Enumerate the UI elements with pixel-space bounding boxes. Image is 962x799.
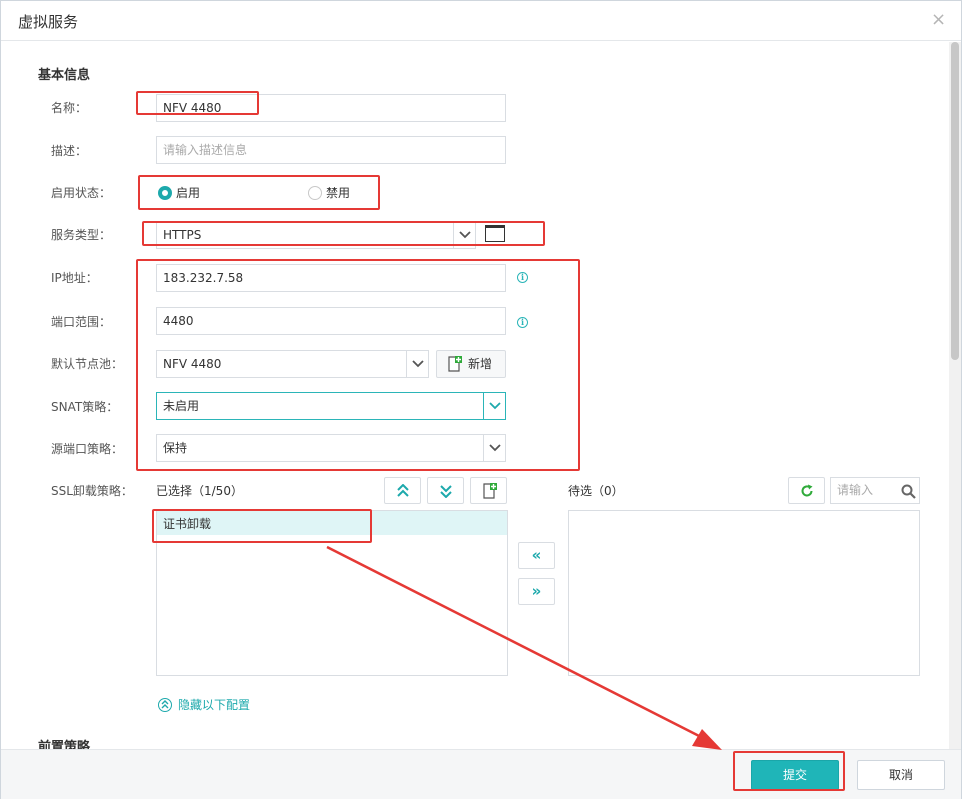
refresh-button[interactable] [788, 477, 825, 504]
section-pre-policy: 前置策略 [38, 740, 91, 749]
default-pool-select[interactable]: NFV 4480 [156, 350, 429, 378]
refresh-icon [801, 484, 813, 497]
name-label: 名称： [51, 101, 88, 115]
add-pool-button[interactable]: 新增 [436, 350, 506, 378]
add-file-icon [483, 483, 497, 499]
source-port-select[interactable]: 保持 [156, 434, 506, 462]
dialog-footer: 提交 取消 [1, 749, 961, 799]
radio-enable[interactable] [158, 186, 172, 200]
double-chevron-down-icon [440, 485, 452, 498]
scrollbar[interactable] [949, 42, 961, 749]
default-pool-value: NFV 4480 [163, 357, 222, 371]
radio-disable-label: 禁用 [326, 186, 351, 200]
name-input[interactable]: NFV 4480 [156, 94, 506, 122]
chevron-down-icon [453, 222, 475, 248]
pending-search-placeholder: 请输入 [837, 483, 874, 497]
radio-disable[interactable] [308, 186, 322, 200]
ip-label: IP地址： [51, 271, 98, 285]
pending-search-input[interactable]: 请输入 [830, 477, 920, 504]
snat-select[interactable]: 未启用 [156, 392, 506, 420]
double-chevron-up-icon [397, 484, 409, 497]
snat-value: 未启用 [163, 399, 200, 413]
status-label: 启用状态： [51, 186, 112, 200]
add-ssl-button[interactable] [470, 477, 507, 504]
port-input[interactable]: 4480 [156, 307, 506, 335]
window-icon[interactable] [485, 225, 505, 242]
list-item-label: 证书卸载 [163, 517, 212, 531]
move-bottom-button[interactable] [427, 477, 464, 504]
chevron-down-icon [406, 351, 428, 377]
pending-title: 待选（0） [568, 484, 624, 498]
submit-button[interactable]: 提交 [751, 760, 839, 790]
scrollbar-thumb[interactable] [951, 42, 959, 360]
ssl-label: SSL卸载策略： [51, 484, 133, 498]
chevron-down-icon [483, 393, 505, 419]
move-left-button[interactable]: « [518, 542, 555, 569]
description-input[interactable]: 请输入描述信息 [156, 136, 506, 164]
dialog-title: 虚拟服务 [18, 13, 79, 31]
radio-enable-label: 启用 [176, 186, 201, 200]
hide-config-link[interactable]: 隐藏以下配置 [178, 697, 250, 713]
dialog-body[interactable]: 基本信息 名称： NFV 4480 描述： 请输入描述信息 启用状态： 启用 禁… [1, 42, 961, 749]
default-pool-label: 默认节点池： [51, 357, 124, 371]
source-port-value: 保持 [163, 441, 188, 455]
source-port-label: 源端口策略： [51, 442, 124, 456]
ip-input[interactable]: 183.232.7.58 [156, 264, 506, 292]
service-type-value: HTTPS [163, 228, 202, 242]
service-type-select[interactable]: HTTPS [156, 221, 476, 249]
chevron-down-icon [483, 435, 505, 461]
description-label: 描述： [51, 144, 88, 158]
selected-list[interactable]: 证书卸载 [156, 510, 508, 676]
move-top-button[interactable] [384, 477, 421, 504]
section-basic-info: 基本信息 [38, 68, 91, 83]
info-icon[interactable]: i [517, 317, 528, 328]
collapse-up-icon[interactable] [158, 698, 172, 712]
dialog-title-bar: 虚拟服务 × [1, 1, 961, 41]
add-pool-button-label: 新增 [468, 357, 493, 371]
virtual-service-dialog: 虚拟服务 × 基本信息 名称： NFV 4480 描述： 请输入描述信息 启用状… [0, 0, 962, 799]
snat-label: SNAT策略： [51, 400, 119, 414]
add-file-icon [448, 356, 462, 372]
move-right-button[interactable]: » [518, 578, 555, 605]
cancel-button[interactable]: 取消 [857, 760, 945, 790]
search-icon[interactable] [901, 484, 916, 499]
port-label: 端口范围： [51, 315, 112, 329]
selected-title: 已选择（1/50） [156, 484, 243, 498]
close-icon[interactable]: × [931, 10, 946, 30]
service-type-label: 服务类型： [51, 228, 112, 242]
list-item[interactable]: 证书卸载 [157, 511, 507, 535]
pending-list[interactable] [568, 510, 920, 676]
info-icon[interactable]: i [517, 272, 528, 283]
